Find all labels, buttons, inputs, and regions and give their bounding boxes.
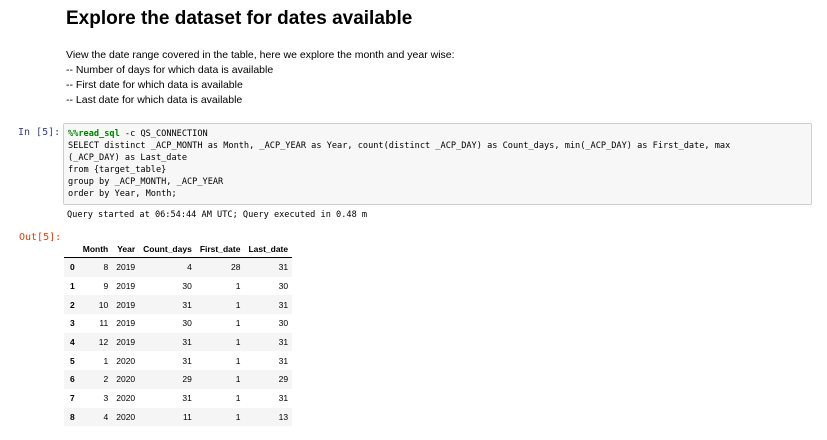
table-header-row: Month Year Count_days First_date Last_da… — [64, 240, 293, 258]
cell-count-days: 31 — [182, 337, 192, 348]
cell-last-date: 31 — [278, 299, 289, 310]
cell-month: 2 — [103, 374, 109, 385]
cell-last-date: 31 — [278, 393, 289, 404]
row-index: 5 — [70, 355, 75, 366]
cell-year: 2020 — [116, 393, 136, 404]
row-index: 2 — [70, 299, 75, 310]
markdown-heading: Explore the dataset for dates available — [66, 8, 413, 29]
cell-first-date: 1 — [235, 355, 241, 366]
row-index: 4 — [70, 337, 75, 348]
cell-last-date: 31 — [278, 355, 289, 366]
cell-month: 1 — [103, 355, 109, 366]
table-row: 1 9 2019 30 1 30 — [64, 277, 292, 296]
row-index: 1 — [70, 281, 75, 292]
cell-month: 3 — [103, 393, 109, 404]
cell-year: 2019 — [116, 262, 136, 273]
cell-month: 8 — [103, 262, 109, 273]
row-index: 3 — [70, 318, 75, 329]
table-row: 3 11 2019 30 1 30 — [64, 314, 292, 333]
cell-year: 2019 — [116, 318, 136, 329]
column-header: Count_days — [139, 240, 196, 258]
cell-year: 2020 — [116, 411, 136, 422]
column-header: Last_date — [244, 240, 293, 258]
cell-first-date: 1 — [235, 281, 241, 292]
cell-year: 2019 — [116, 281, 136, 292]
cell-count-days: 29 — [182, 374, 192, 385]
cell-first-date: 1 — [235, 337, 241, 348]
cell-count-days: 31 — [182, 393, 192, 404]
markdown-line: -- Last date for which data is available — [66, 94, 243, 106]
table-row: 5 1 2020 31 1 31 — [64, 351, 292, 370]
markdown-line: View the date range covered in the table… — [66, 49, 455, 61]
cell-year: 2019 — [116, 337, 136, 348]
cell-last-date: 13 — [278, 411, 289, 422]
cell-last-date: 30 — [278, 318, 289, 329]
cell-last-date: 29 — [278, 374, 289, 385]
markdown-text: View the date range covered in the table… — [66, 48, 455, 108]
code-line: (_ACP_DAY) as Last_date — [68, 153, 187, 163]
cell-year: 2020 — [116, 355, 136, 366]
code-line: from {target_table} — [68, 165, 167, 175]
cell-count-days: 31 — [182, 299, 192, 310]
code-line: SELECT distinct _ACP_MONTH as Month, _AC… — [68, 141, 731, 151]
markdown-line: -- First date for which data is availabl… — [66, 79, 243, 91]
cell-first-date: 1 — [235, 374, 241, 385]
row-index: 7 — [70, 393, 75, 404]
cell-year: 2020 — [116, 374, 136, 385]
cell-first-date: 1 — [235, 393, 241, 404]
cell-count-days: 30 — [182, 318, 192, 329]
row-index: 0 — [70, 262, 75, 273]
cell-last-date: 31 — [278, 337, 289, 348]
cell-last-date: 31 — [278, 262, 289, 273]
table-row: 6 2 2020 29 1 29 — [64, 370, 293, 389]
cell-count-days: 31 — [182, 355, 192, 366]
cell-count-days: 30 — [182, 281, 192, 292]
table-row: 4 12 2019 31 1 31 — [64, 332, 293, 352]
code-line: group by _ACP_MONTH, _ACP_YEAR — [68, 177, 224, 187]
cell-stdout: Query started at 06:54:44 AM UTC; Query … — [67, 210, 368, 220]
input-prompt: In [5]: — [18, 127, 61, 138]
cell-month: 9 — [103, 281, 109, 292]
cell-first-date: 1 — [235, 299, 241, 310]
column-header: First_date — [195, 240, 245, 258]
cell-month: 4 — [103, 411, 109, 422]
cell-month: 12 — [98, 337, 109, 348]
code-line: %%read_sql -c QS_CONNECTION — [68, 128, 807, 140]
table-row: 8 4 2020 11 1 13 — [64, 407, 293, 427]
cell-first-date: 28 — [230, 262, 241, 273]
row-index: 6 — [70, 374, 75, 385]
table-row: 7 3 2020 31 1 31 — [64, 389, 292, 408]
column-header: Month — [78, 240, 113, 258]
code-text: -c QS_CONNECTION — [119, 129, 208, 139]
dataframe-table: Month Year Count_days First_date Last_da… — [64, 240, 293, 427]
code-line: order by Year, Month; — [68, 189, 177, 199]
cell-month: 10 — [98, 299, 109, 310]
cell-count-days: 4 — [187, 262, 192, 273]
cell-count-days: 11 — [182, 411, 192, 422]
row-index: 8 — [70, 411, 75, 422]
markdown-line: -- Number of days for which data is avai… — [66, 64, 274, 76]
cell-year: 2019 — [116, 299, 136, 310]
cell-month: 11 — [99, 318, 109, 329]
table-row: 0 8 2019 4 28 31 — [64, 257, 293, 277]
cell-magic: %%read_sql — [68, 129, 120, 139]
cell-first-date: 1 — [235, 411, 241, 422]
index-header — [64, 240, 79, 258]
code-editor[interactable]: %%read_sql -c QS_CONNECTION SELECT disti… — [63, 123, 812, 205]
column-header: Year — [112, 240, 140, 258]
cell-last-date: 30 — [278, 281, 289, 292]
cell-first-date: 1 — [235, 318, 241, 329]
output-prompt: Out[5]: — [19, 232, 62, 243]
table-row: 2 10 2019 31 1 31 — [64, 295, 293, 315]
